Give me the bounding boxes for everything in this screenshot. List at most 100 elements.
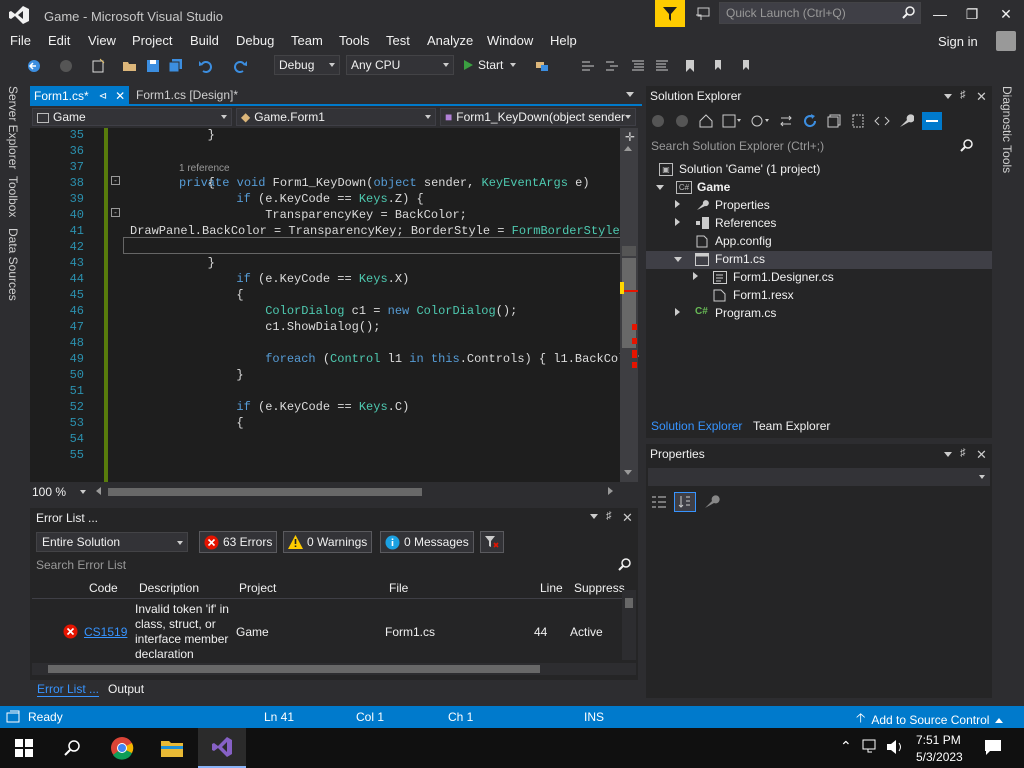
collapse-icon[interactable]: - <box>111 176 120 185</box>
code-line[interactable]: { <box>150 416 243 430</box>
navigate-forward-icon[interactable] <box>58 58 74 74</box>
collapse-all-icon[interactable] <box>826 113 842 129</box>
home-icon[interactable] <box>698 113 714 129</box>
save-all-icon[interactable] <box>168 58 184 74</box>
uncomment-icon[interactable] <box>654 58 670 74</box>
build-intellisense-filter-button[interactable] <box>480 531 504 553</box>
collapsed-arrow-icon[interactable] <box>675 218 680 226</box>
menu-tools[interactable]: Tools <box>339 33 369 48</box>
menu-view[interactable]: View <box>88 33 116 48</box>
solution-configuration-select[interactable]: Debug <box>274 55 340 75</box>
show-all-files-icon[interactable] <box>850 113 866 129</box>
tab-toolbox[interactable]: Toolbox <box>6 176 20 217</box>
collapse-icon[interactable]: - <box>111 208 120 217</box>
column-description[interactable]: Description <box>139 581 199 595</box>
tab-form1-cs[interactable]: Form1.cs* ⊲ ✕ <box>30 86 129 106</box>
file-explorer-app[interactable] <box>148 728 196 768</box>
code-line[interactable]: c1.ShowDialog(); <box>150 320 380 334</box>
error-list-search-input[interactable]: Search Error List <box>36 558 634 572</box>
type-navigation-select[interactable]: ◆ Game.Form1 <box>236 108 436 126</box>
open-file-icon[interactable] <box>122 58 138 74</box>
scroll-up-icon[interactable] <box>624 146 632 151</box>
errors-filter-button[interactable]: 63 Errors <box>199 531 278 553</box>
window-position-icon[interactable] <box>944 452 952 457</box>
comment-icon[interactable] <box>630 58 646 74</box>
pin-icon[interactable]: ⊲ <box>99 91 107 102</box>
start-button[interactable] <box>0 728 48 768</box>
menu-file[interactable]: File <box>10 33 31 48</box>
tree-form1-designer-cs[interactable]: Form1.Designer.cs <box>733 270 834 284</box>
code-line[interactable]: } <box>150 128 215 142</box>
quick-launch-input[interactable]: Quick Launch (Ctrl+Q) <box>719 2 921 24</box>
expanded-arrow-icon[interactable] <box>674 257 682 262</box>
close-tab-icon[interactable]: ✕ <box>115 89 125 103</box>
properties-wrench-icon[interactable] <box>898 113 914 129</box>
code-line[interactable]: if (e.KeyCode == Keys.Z) { <box>150 192 423 206</box>
pin-icon[interactable]: ♯ <box>960 89 966 101</box>
code-line[interactable]: foreach (Control l1 in this.Controls) { … <box>150 352 654 366</box>
start-button[interactable]: Start <box>462 56 517 74</box>
tab-solution-explorer[interactable]: Solution Explorer <box>651 419 742 433</box>
column-project[interactable]: Project <box>239 581 276 595</box>
bookmark-prev-icon[interactable] <box>712 58 728 74</box>
menu-edit[interactable]: Edit <box>48 33 70 48</box>
column-file[interactable]: File <box>389 581 408 595</box>
step-icon[interactable] <box>580 58 596 74</box>
tab-data-sources[interactable]: Data Sources <box>6 228 20 301</box>
output-icon[interactable] <box>6 710 20 724</box>
maximize-button[interactable]: ❐ <box>958 4 986 24</box>
tab-overflow-chevron-icon[interactable] <box>626 92 634 97</box>
new-project-icon[interactable] <box>90 58 106 74</box>
close-panel-icon[interactable]: ✕ <box>976 447 987 463</box>
tree-form1-cs[interactable]: Form1.cs <box>715 252 765 266</box>
window-position-icon[interactable] <box>590 514 598 519</box>
scroll-right-icon[interactable] <box>608 487 613 495</box>
clock-time[interactable]: 7:51 PM <box>916 733 961 747</box>
warnings-filter-button[interactable]: 0 Warnings <box>283 531 373 553</box>
forward-icon[interactable] <box>674 113 690 129</box>
search-button[interactable] <box>48 728 96 768</box>
error-list-horizontal-scrollbar[interactable] <box>32 663 636 675</box>
tab-server-explorer[interactable]: Server Explorer <box>6 86 20 169</box>
account-avatar-icon[interactable] <box>996 31 1016 51</box>
code-line[interactable]: { <box>150 288 243 302</box>
code-line[interactable]: { <box>150 176 215 190</box>
tree-references[interactable]: References <box>715 216 776 230</box>
tree-solution[interactable]: Solution 'Game' (1 project) <box>679 162 820 176</box>
preview-selected-items-button[interactable] <box>922 112 942 130</box>
refresh-icon[interactable] <box>802 113 818 129</box>
menu-test[interactable]: Test <box>386 33 410 48</box>
tab-output[interactable]: Output <box>108 682 144 696</box>
split-icon[interactable]: ✛ <box>625 130 635 144</box>
tab-team-explorer[interactable]: Team Explorer <box>753 419 830 433</box>
solution-platform-select[interactable]: Any CPU <box>346 55 454 75</box>
scroll-left-icon[interactable] <box>96 487 101 495</box>
menu-team[interactable]: Team <box>291 33 323 48</box>
collapsed-arrow-icon[interactable] <box>675 200 680 208</box>
menu-project[interactable]: Project <box>132 33 172 48</box>
column-code[interactable]: Code <box>89 581 118 595</box>
error-code-link[interactable]: CS1519 <box>84 625 127 639</box>
error-list-vertical-scrollbar[interactable] <box>622 590 636 660</box>
pin-icon[interactable]: ♯ <box>960 447 966 459</box>
bookmark-icon[interactable] <box>682 58 698 74</box>
code-line[interactable]: ColorDialog c1 = new ColorDialog(); <box>150 304 517 318</box>
collapsed-arrow-icon[interactable] <box>675 308 680 316</box>
scroll-thumb[interactable] <box>622 246 636 256</box>
undo-icon[interactable] <box>198 58 214 74</box>
switch-views-icon[interactable] <box>722 113 742 129</box>
code-line[interactable]: } <box>150 368 243 382</box>
column-line[interactable]: Line <box>540 581 563 595</box>
solution-explorer-search-input[interactable]: Search Solution Explorer (Ctrl+;) <box>646 136 992 156</box>
zoom-select[interactable]: 100 % <box>32 484 90 500</box>
code-line[interactable]: } <box>150 256 215 270</box>
code-line[interactable]: private void Form1_KeyDown(object sender… <box>179 176 590 190</box>
error-scope-select[interactable]: Entire Solution <box>36 532 188 552</box>
tab-form1-design[interactable]: Form1.cs [Design]* <box>132 86 252 106</box>
tree-program-cs[interactable]: Program.cs <box>715 306 776 320</box>
bookmark-next-icon[interactable] <box>738 58 754 74</box>
tab-diagnostic-tools[interactable]: Diagnostic Tools <box>1000 86 1014 173</box>
member-navigation-select[interactable]: ■ Form1_KeyDown(object sender <box>440 108 636 126</box>
tree-app-config[interactable]: App.config <box>715 234 772 248</box>
menu-debug[interactable]: Debug <box>236 33 274 48</box>
